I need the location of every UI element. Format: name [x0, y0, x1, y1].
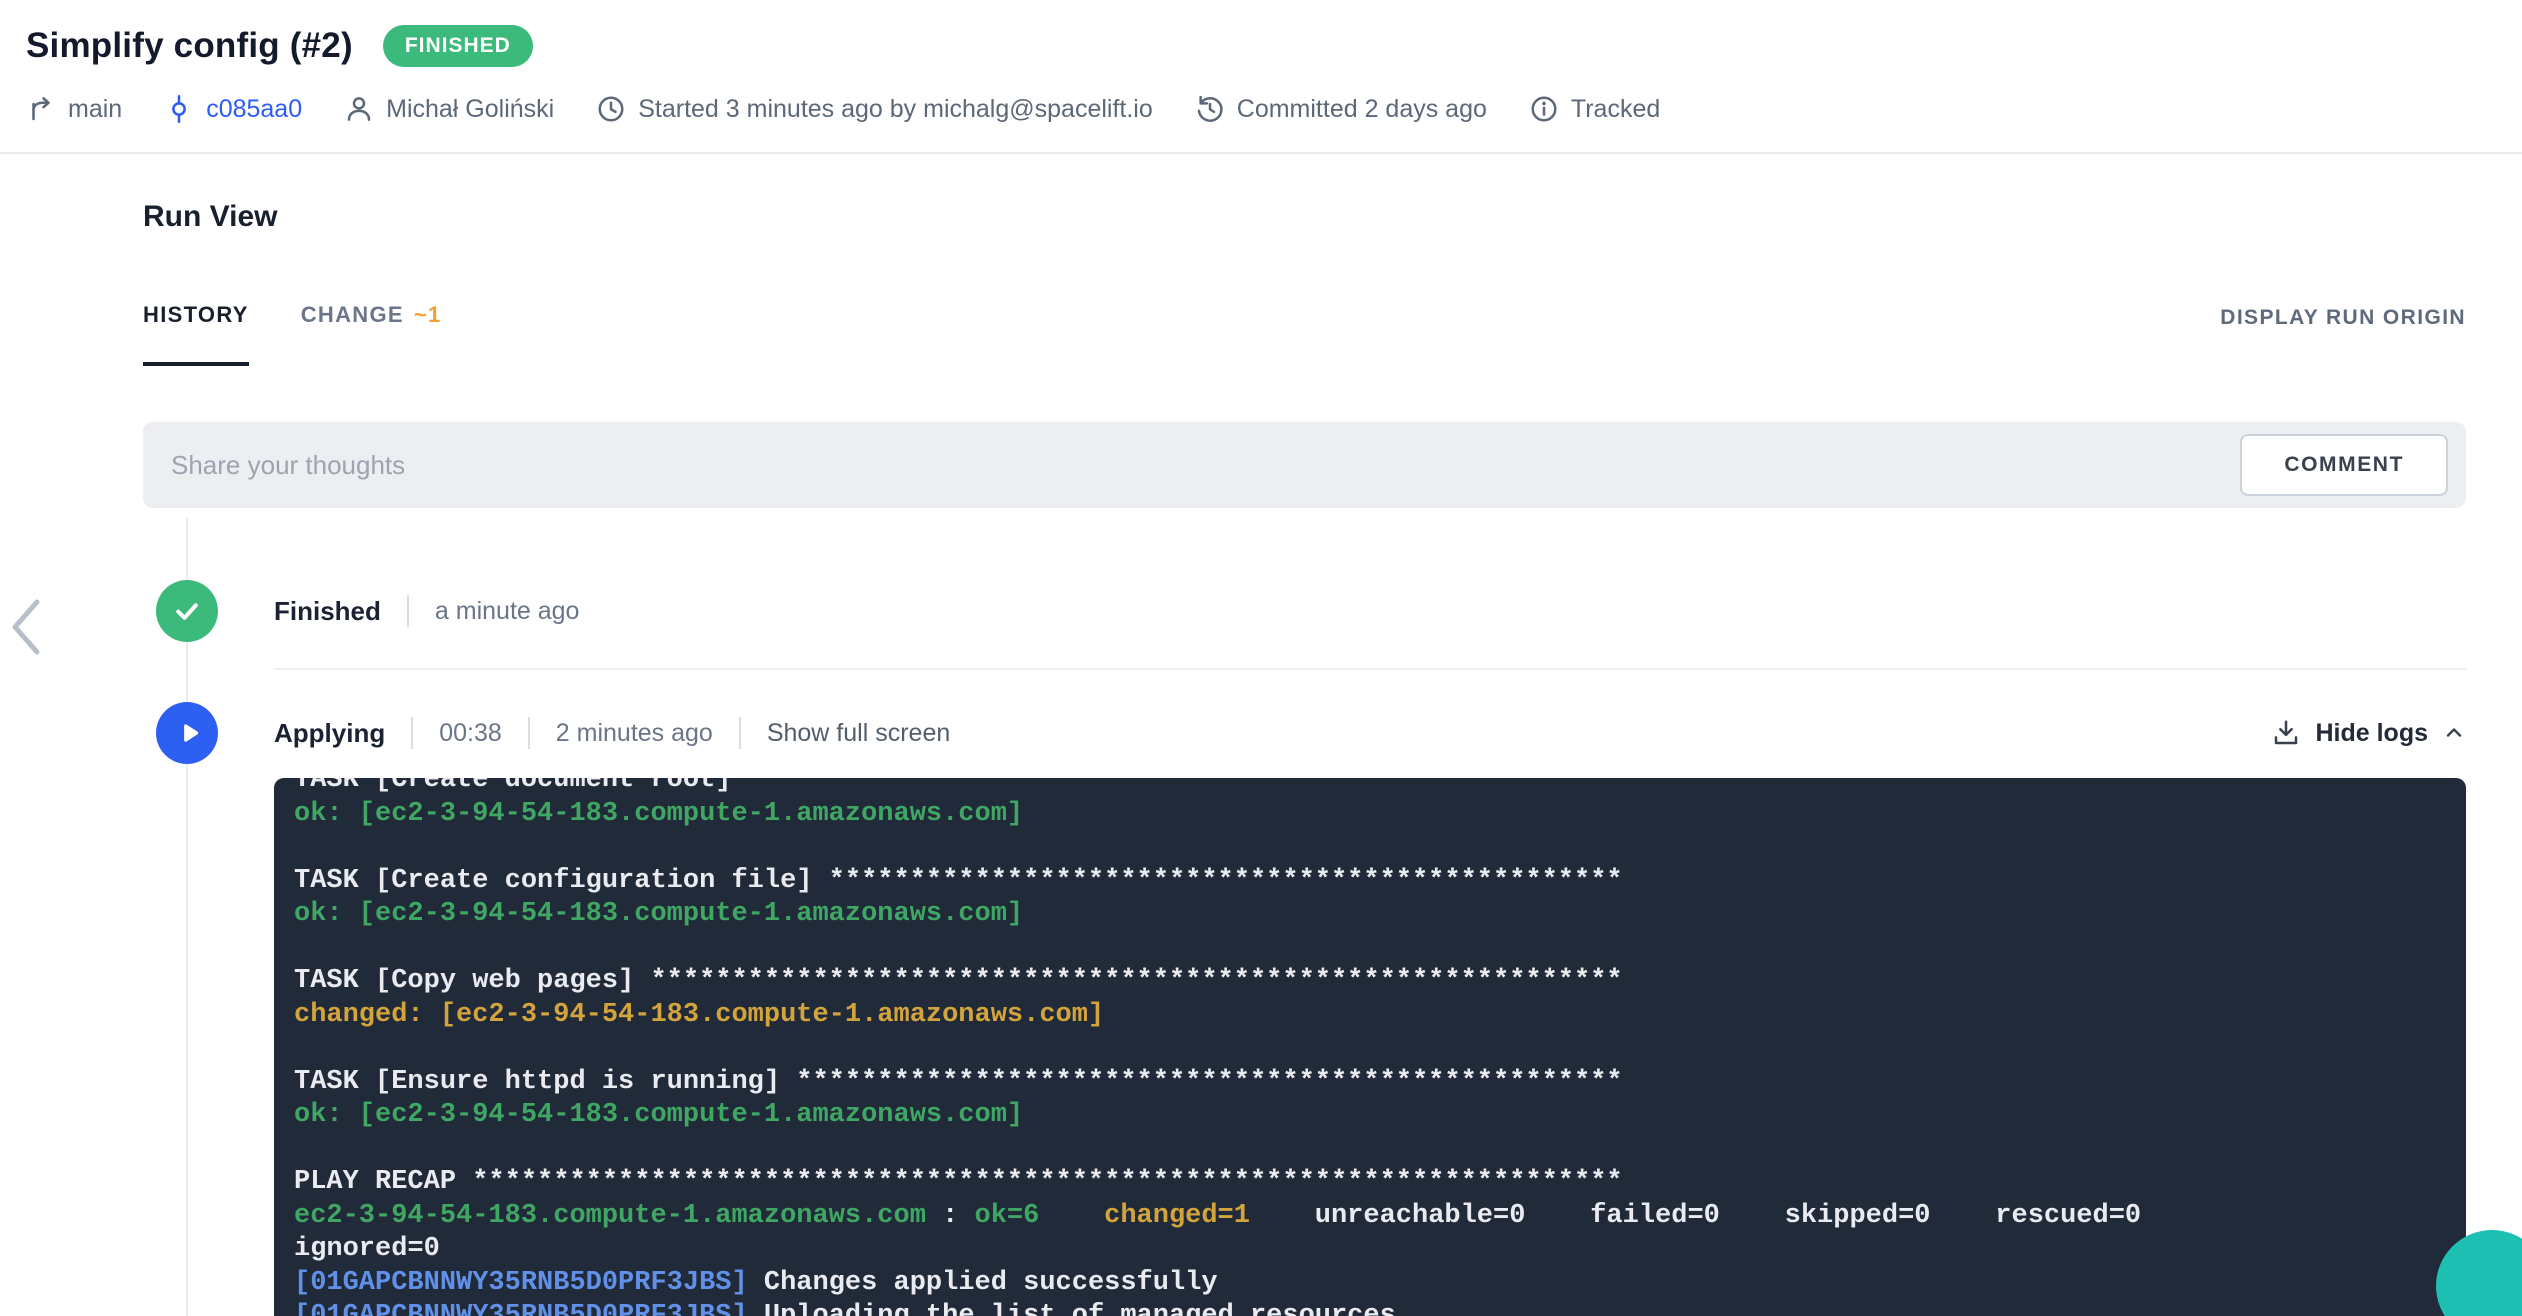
hide-logs-label: Hide logs — [2315, 718, 2428, 747]
branch-meta: main — [26, 94, 122, 124]
run-meta-row: main c085aa0 Michał Goliński Started 3 m… — [26, 86, 2522, 132]
commit-link[interactable]: c085aa0 — [164, 94, 302, 124]
applying-label: Applying — [274, 717, 386, 748]
header-divider — [0, 152, 2522, 154]
clock-icon — [598, 96, 624, 122]
run-view-title: Run View — [143, 200, 278, 233]
divider — [411, 717, 414, 749]
log-terminal-content: TASK [Create document root] ************… — [294, 778, 2142, 1316]
run-page: Simplify config (#2) FINISHED main c085a… — [0, 0, 2522, 1316]
status-badge: FINISHED — [382, 25, 533, 67]
display-run-origin-button[interactable]: DISPLAY RUN ORIGIN — [2220, 306, 2466, 366]
started-meta: Started 3 minutes ago by michalg@spaceli… — [596, 94, 1153, 124]
tabs: HISTORY CHANGE ~1 — [143, 302, 442, 366]
finished-label: Finished — [274, 595, 381, 626]
branch-name: main — [68, 94, 123, 123]
comment-input[interactable] — [143, 422, 2466, 508]
comment-button[interactable]: COMMENT — [2240, 434, 2448, 496]
title-row: Simplify config (#2) FINISHED — [26, 16, 2522, 76]
play-icon — [184, 724, 199, 742]
log-terminal[interactable]: TASK [Create document root] ************… — [274, 778, 2466, 1316]
history-icon — [1197, 95, 1223, 122]
page-title: Simplify config (#2) — [26, 26, 353, 65]
run-header: Simplify config (#2) FINISHED main c085a… — [0, 0, 2522, 132]
git-commit-icon — [172, 94, 187, 124]
committed-meta: Committed 2 days ago — [1195, 94, 1487, 124]
tab-change-label: CHANGE — [300, 302, 404, 327]
git-branch-icon — [32, 97, 50, 121]
run-view-panel: Run View HISTORY CHANGE ~1 DISPLAY RUN OR… — [0, 200, 2522, 1316]
finished-time: a minute ago — [434, 596, 580, 625]
hide-logs-button[interactable]: Hide logs — [2271, 718, 2466, 748]
person-icon — [347, 97, 371, 121]
comment-box: COMMENT — [143, 422, 2466, 508]
started-text: Started 3 minutes ago by michalg@spaceli… — [638, 94, 1153, 123]
divider — [527, 717, 530, 749]
tabs-row: HISTORY CHANGE ~1 DISPLAY RUN ORIGIN — [143, 302, 2466, 366]
applying-duration: 00:38 — [439, 718, 502, 747]
author-name: Michał Goliński — [386, 94, 555, 123]
applying-status-circle — [156, 702, 218, 764]
chevron-up-icon — [2446, 728, 2462, 737]
tracked-text: Tracked — [1570, 94, 1661, 123]
download-icon — [2275, 720, 2298, 745]
divider — [406, 595, 409, 627]
tab-change-delta: ~1 — [413, 302, 442, 327]
chevron-left-icon[interactable] — [6, 596, 44, 658]
applying-time: 2 minutes ago — [555, 718, 713, 747]
finished-status-circle — [156, 580, 218, 642]
timeline-applying-row: Applying 00:38 2 minutes ago Show full s… — [143, 702, 2466, 764]
info-icon — [1531, 96, 1557, 122]
committed-text: Committed 2 days ago — [1236, 94, 1487, 123]
tab-history[interactable]: HISTORY — [143, 302, 249, 366]
show-full-screen-link[interactable]: Show full screen — [767, 719, 950, 748]
timeline-finished-row: Finished a minute ago — [143, 580, 2466, 642]
tracked-meta: Tracked — [1529, 94, 1660, 124]
author-meta: Michał Goliński — [344, 94, 554, 124]
divider — [738, 717, 741, 749]
commit-sha: c085aa0 — [206, 94, 303, 123]
check-icon — [176, 603, 198, 620]
timeline-row-divider — [274, 668, 2466, 670]
tab-change[interactable]: CHANGE ~1 — [301, 302, 442, 366]
